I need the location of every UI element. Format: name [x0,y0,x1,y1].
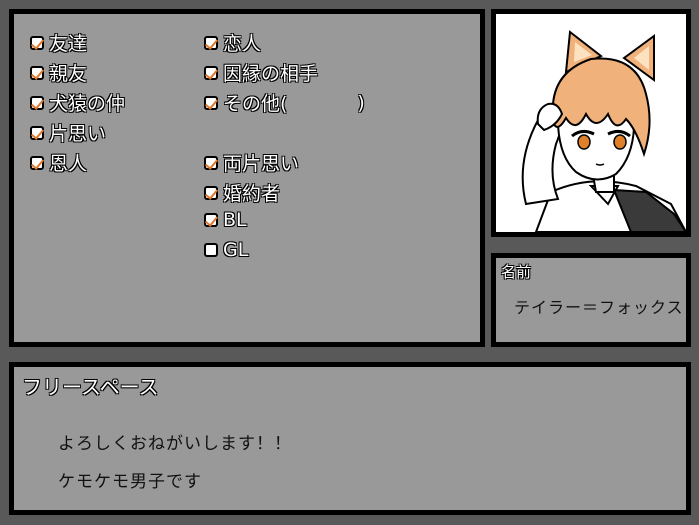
character-name-value: テイラー＝フォックス [514,298,684,317]
checkbox-item-tomodachi[interactable]: 友達 [30,29,87,56]
free-space-panel: フリースペース よろしくおねがいします！！ ケモケモ男子です [9,362,691,515]
checkbox-item-sonota[interactable]: その他( ) [204,89,365,116]
checkbox-label: 因縁の相手 [223,63,319,85]
checkbox-item-ryoukataomoi[interactable]: 両片思い [204,149,299,176]
checkbox-label: 恋人 [223,33,262,55]
other-close-paren: ) [357,91,365,114]
checkbox-item-koibito[interactable]: 恋人 [204,29,261,56]
checkbox-checked-icon[interactable] [30,155,44,170]
name-section-title: 名前 [501,263,532,281]
checkbox-unchecked-icon[interactable] [204,243,218,257]
checkbox-label: 恩人 [49,153,88,175]
checkbox-item-kataomoi[interactable]: 片思い [30,119,106,146]
checkbox-checked-icon[interactable] [204,65,218,80]
character-portrait-panel [491,9,691,237]
checkbox-checked-icon[interactable] [204,35,218,50]
checkbox-label: 両片思い [223,153,300,175]
checkbox-checked-icon[interactable] [204,95,218,110]
checkbox-checked-icon[interactable] [204,185,218,200]
checkbox-item-innen[interactable]: 因縁の相手 [204,59,318,86]
checkbox-label: 片思い [49,123,107,145]
checkbox-label: 親友 [49,63,88,85]
checkbox-item-shinyuu[interactable]: 親友 [30,59,87,86]
checkbox-label: 婚約者 [223,183,281,205]
checkbox-checked-icon[interactable] [204,155,218,170]
checkbox-checked-icon[interactable] [30,95,44,110]
name-panel: 名前 テイラー＝フォックス [491,253,691,347]
checkbox-item-onjin[interactable]: 恩人 [30,149,87,176]
checkbox-item-bl[interactable]: BL [204,209,247,231]
checkbox-label: BL [223,209,247,231]
checkbox-item-konyakusha[interactable]: 婚約者 [204,179,280,206]
free-space-line-2: ケモケモ男子です [58,472,202,492]
checkbox-checked-icon[interactable] [30,65,44,80]
checkbox-label: 犬猿の仲 [49,93,126,115]
checkbox-item-kenen[interactable]: 犬猿の仲 [30,89,125,116]
free-space-title: フリースペース [22,375,159,399]
checkbox-checked-icon[interactable] [30,35,44,50]
fox-eared-boy-illustration [521,30,686,232]
checkbox-label: GL [223,239,249,261]
checkbox-label: 友達 [49,33,88,55]
checkbox-checked-icon[interactable] [204,213,218,227]
free-space-line-1: よろしくおねがいします！！ [58,434,292,454]
right-eye-icon [613,134,627,150]
checkbox-item-gl[interactable]: GL [204,239,248,261]
checkbox-checked-icon[interactable] [30,125,44,140]
left-eye-icon [577,134,591,150]
relationship-checklist-panel: 友達 親友 犬猿の仲 片思い 恩人 恋人 因縁の相手 その他( ) 両片思い 婚… [9,9,485,347]
checkbox-label: その他( [223,93,288,115]
